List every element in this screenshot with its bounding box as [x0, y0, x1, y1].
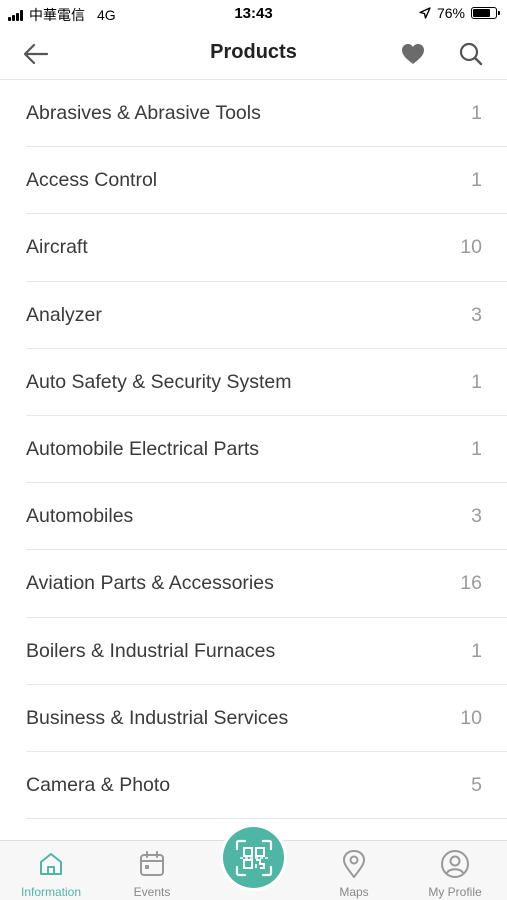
tab-label: Events: [133, 885, 171, 899]
list-item[interactable]: Access Control 1: [26, 147, 507, 215]
product-name: Auto Safety & Security System: [26, 370, 292, 393]
battery-fill: [473, 9, 490, 17]
product-count: 1: [471, 437, 482, 460]
calendar-icon: [140, 851, 164, 876]
battery-icon: [471, 7, 500, 19]
list-item[interactable]: Automobile Electrical Parts 1: [26, 416, 507, 484]
product-name: Analyzer: [26, 303, 102, 326]
product-count: 1: [471, 169, 482, 192]
map-pin-icon: [343, 850, 365, 878]
product-list: Abrasives & Abrasive Tools 1 Access Cont…: [0, 80, 507, 840]
tab-information[interactable]: Information: [6, 849, 96, 899]
product-name: Aircraft: [26, 236, 88, 259]
qr-scan-icon: [235, 839, 272, 876]
product-name: Automobile Electrical Parts: [26, 437, 260, 460]
status-right: 76%: [419, 5, 500, 21]
product-count: 3: [471, 303, 482, 326]
page-title: Products: [210, 41, 297, 63]
tab-label: Maps: [339, 885, 369, 899]
product-name: Camera & Photo: [26, 773, 171, 796]
product-count: 1: [471, 639, 482, 662]
tab-label: My Profile: [428, 885, 482, 899]
tab-my-profile[interactable]: My Profile: [410, 849, 500, 899]
list-item[interactable]: Automobiles 3: [26, 483, 507, 551]
list-item[interactable]: Aviation Parts & Accessories 16: [26, 550, 507, 618]
list-item[interactable]: Boilers & Industrial Furnaces 1: [26, 618, 507, 685]
product-count: 10: [460, 706, 482, 729]
list-item[interactable]: Camera & Photo 5: [26, 752, 507, 820]
list-item[interactable]: Auto Safety & Security System 1: [26, 349, 507, 416]
list-item[interactable]: Business & Industrial Services 10: [26, 685, 507, 752]
tab-events[interactable]: Events: [107, 849, 197, 899]
product-name: Abrasives & Abrasive Tools: [26, 102, 261, 124]
favorite-button[interactable]: [397, 38, 429, 70]
location-arrow-icon: [419, 7, 431, 19]
product-count: 3: [471, 505, 482, 528]
nav-header: Products: [0, 28, 507, 80]
product-name: Business & Industrial Services: [26, 706, 289, 729]
product-count: 1: [471, 370, 482, 393]
battery-percent: 76%: [436, 5, 465, 21]
product-count: 16: [460, 572, 482, 595]
search-button[interactable]: [455, 38, 487, 70]
product-name: Access Control: [26, 169, 158, 192]
products-screen: 中華電信 4G 13:43 76% Products Abrasives & A…: [0, 0, 507, 900]
product-count: 5: [471, 773, 482, 796]
tab-label: Information: [20, 885, 82, 899]
product-name: Aviation Parts & Accessories: [26, 572, 274, 595]
list-item[interactable]: Analyzer 3: [26, 282, 507, 349]
tab-maps[interactable]: Maps: [309, 849, 399, 899]
list-item[interactable]: Abrasives & Abrasive Tools 1: [26, 80, 507, 148]
product-name: Boilers & Industrial Furnaces: [26, 639, 276, 662]
qr-scan-button[interactable]: [223, 827, 284, 888]
search-icon: [459, 42, 483, 66]
home-icon: [40, 853, 62, 875]
product-count: 1: [471, 102, 482, 124]
profile-icon: [441, 850, 469, 878]
status-bar: 中華電信 4G 13:43 76%: [0, 0, 507, 28]
product-count: 10: [460, 236, 482, 259]
list-item[interactable]: Aircraft 10: [26, 214, 507, 282]
heart-icon: [402, 44, 424, 64]
product-name: Automobiles: [26, 505, 134, 528]
